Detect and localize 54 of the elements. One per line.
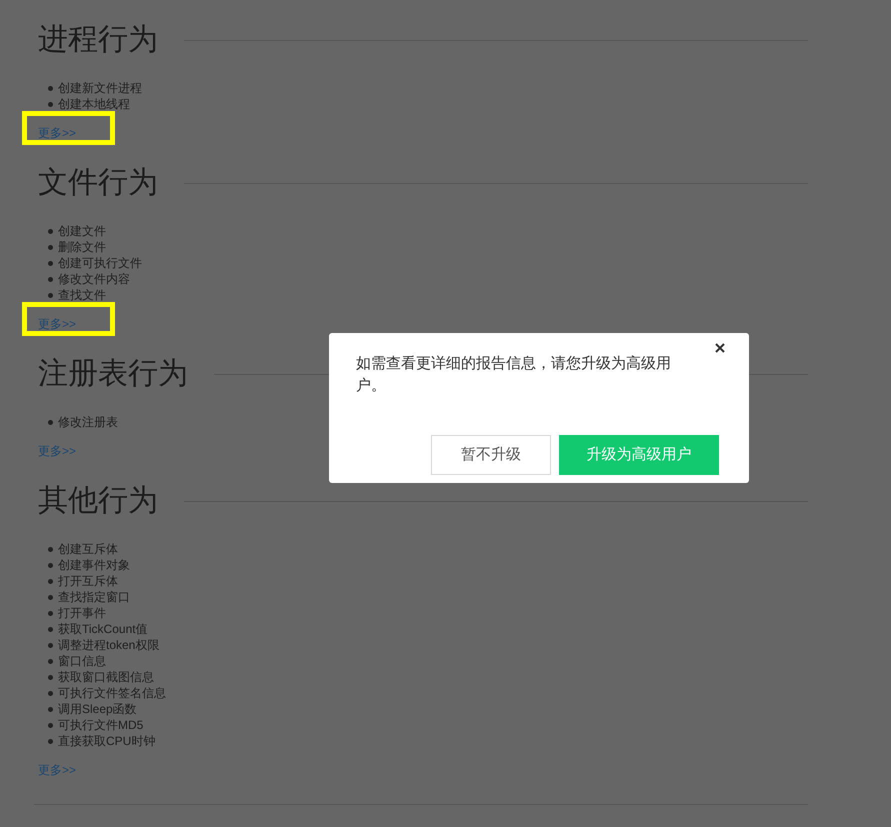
section-heading: 进程行为 — [38, 22, 158, 58]
more-link[interactable]: 更多>> — [38, 763, 76, 777]
more-link[interactable]: 更多>> — [38, 444, 76, 458]
bullet-icon — [48, 420, 53, 424]
decline-button[interactable]: 暂不升级 — [431, 435, 551, 475]
bullet-icon — [48, 244, 53, 250]
behavior-item: 删除文件 — [58, 239, 106, 255]
behavior-item: 获取TickCount值 — [58, 621, 148, 637]
bullet-icon — [48, 276, 53, 282]
bullet-icon — [48, 594, 53, 600]
bullet-icon — [48, 722, 53, 728]
more-link[interactable]: 更多>> — [38, 317, 76, 331]
behavior-item: 可执行文件签名信息 — [58, 685, 166, 701]
behavior-item: 获取窗口截图信息 — [58, 669, 154, 685]
section-heading: 其他行为 — [38, 483, 158, 519]
dialog-message: 如需查看更详细的报告信息，请您升级为高级用户。 — [356, 354, 672, 396]
bullet-icon — [48, 706, 53, 712]
bullet-icon — [48, 86, 53, 90]
bullet-icon — [48, 642, 53, 648]
bullet-icon — [48, 626, 53, 632]
behavior-item: 创建事件对象 — [58, 557, 130, 573]
behavior-item: 打开互斥体 — [58, 573, 118, 589]
behavior-item: 创建互斥体 — [58, 541, 118, 557]
more-link[interactable]: 更多>> — [38, 126, 76, 140]
behavior-item: 查找文件 — [58, 287, 106, 303]
behavior-item: 调用Sleep函数 — [58, 701, 137, 717]
behavior-item: 可执行文件MD5 — [58, 717, 144, 733]
upgrade-button[interactable]: 升级为高级用户 — [559, 435, 719, 475]
bullet-icon — [48, 562, 53, 568]
behavior-item: 调整进程token权限 — [58, 637, 160, 653]
section-heading: 文件行为 — [38, 165, 158, 201]
bullet-icon — [48, 578, 53, 584]
behavior-item: 创建可执行文件 — [58, 255, 142, 271]
behavior-item: 修改注册表 — [58, 414, 118, 430]
behavior-item: 打开事件 — [58, 605, 106, 621]
behavior-item: 修改文件内容 — [58, 271, 130, 287]
bullet-icon — [48, 260, 53, 266]
bullet-icon — [48, 690, 53, 696]
behavior-item: 窗口信息 — [58, 653, 106, 669]
behavior-item: 直接获取CPU时钟 — [58, 733, 156, 749]
behavior-item: 创建新文件进程 — [58, 80, 142, 96]
behavior-item: 查找指定窗口 — [58, 589, 130, 605]
behavior-item: 创建文件 — [58, 223, 106, 239]
section-heading: 注册表行为 — [38, 356, 188, 392]
bullet-icon — [48, 658, 53, 664]
bullet-icon — [48, 674, 53, 680]
bullet-icon — [48, 102, 53, 106]
bullet-icon — [48, 546, 53, 552]
bullet-icon — [48, 610, 53, 616]
bullet-icon — [48, 292, 53, 298]
close-icon[interactable] — [715, 343, 725, 353]
behavior-item: 创建本地线程 — [58, 96, 130, 112]
bullet-icon — [48, 738, 53, 744]
bullet-icon — [48, 228, 53, 234]
